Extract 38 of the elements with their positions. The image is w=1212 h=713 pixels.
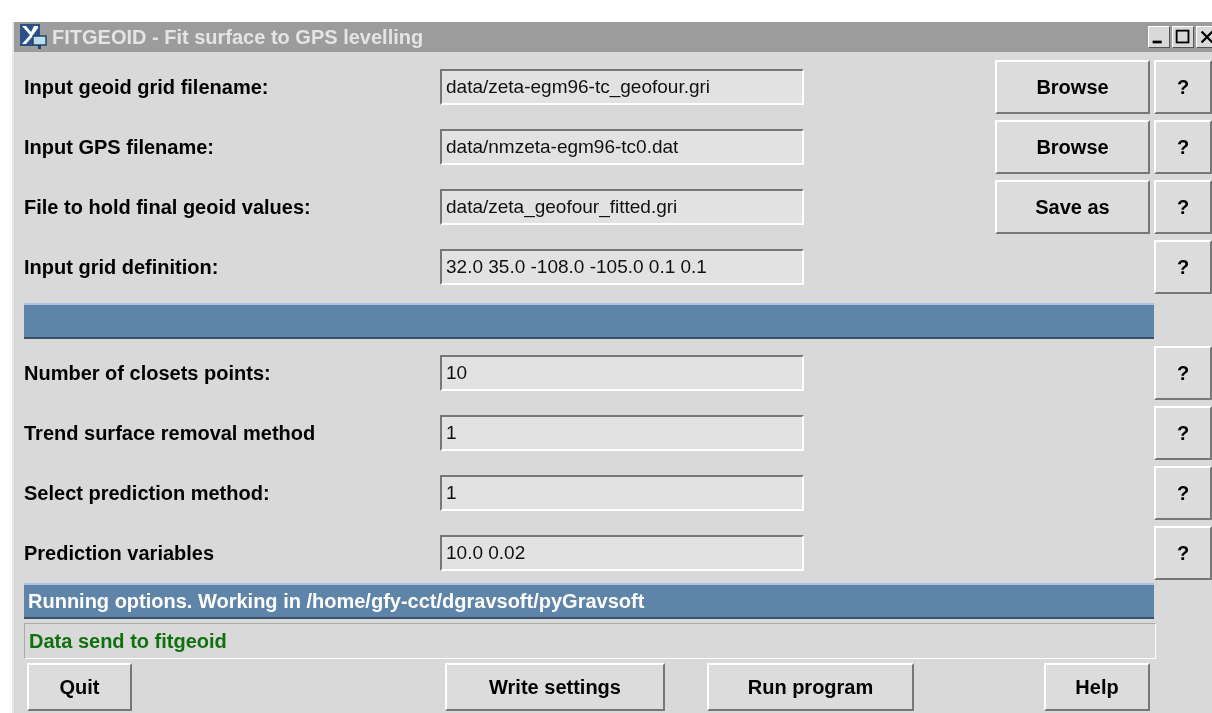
help-button[interactable]: ? bbox=[1154, 180, 1212, 234]
input-field[interactable]: 10 bbox=[440, 355, 804, 391]
status-message: Data send to fitgeoid bbox=[24, 623, 1156, 659]
file-button[interactable]: Browse bbox=[995, 120, 1150, 174]
field-label: Trend surface removal method bbox=[24, 421, 316, 445]
help-button[interactable]: ? bbox=[1154, 60, 1212, 114]
action-button[interactable]: Help bbox=[1044, 663, 1150, 711]
help-button[interactable]: ? bbox=[1154, 240, 1212, 294]
field-label: Select prediction method: bbox=[24, 481, 270, 505]
close-icon[interactable] bbox=[1196, 26, 1212, 48]
help-button[interactable]: ? bbox=[1154, 120, 1212, 174]
field-label: Prediction variables bbox=[24, 541, 215, 565]
window-title: FITGEOID - Fit surface to GPS levelling bbox=[52, 25, 425, 49]
input-field[interactable]: 1 bbox=[440, 475, 804, 511]
minimize-icon[interactable] bbox=[1148, 26, 1170, 48]
maximize-icon[interactable] bbox=[1172, 26, 1194, 48]
action-button[interactable]: Write settings bbox=[445, 663, 665, 711]
input-field[interactable]: data/zeta-egm96-tc_geofour.gri bbox=[440, 69, 804, 105]
action-button[interactable]: Quit bbox=[27, 663, 132, 711]
input-field[interactable]: 10.0 0.02 bbox=[440, 535, 804, 571]
field-label: Number of closets points: bbox=[24, 361, 271, 385]
field-label: Input grid definition: bbox=[24, 255, 219, 279]
input-field[interactable]: 1 bbox=[440, 415, 804, 451]
input-field[interactable]: data/nmzeta-egm96-tc0.dat bbox=[440, 129, 804, 165]
help-button[interactable]: ? bbox=[1154, 346, 1212, 400]
field-label: Input GPS filename: bbox=[24, 135, 215, 159]
help-button[interactable]: ? bbox=[1154, 526, 1212, 580]
action-button[interactable]: Run program bbox=[707, 663, 914, 711]
file-button[interactable]: Browse bbox=[995, 60, 1150, 114]
help-button[interactable]: ? bbox=[1154, 466, 1212, 520]
input-field[interactable]: 32.0 35.0 -108.0 -105.0 0.1 0.1 bbox=[440, 249, 804, 285]
help-button[interactable]: ? bbox=[1154, 406, 1212, 460]
app-icon bbox=[20, 24, 48, 50]
input-field[interactable]: data/zeta_geofour_fitted.gri bbox=[440, 189, 804, 225]
file-button[interactable]: Save as bbox=[995, 180, 1150, 234]
field-label: Input geoid grid filename: bbox=[24, 75, 269, 99]
field-label: File to hold final geoid values: bbox=[24, 195, 311, 219]
status-heading: Running options. Working in /home/gfy-cct/dgravsoft/pyGravsoft bbox=[24, 583, 1154, 619]
